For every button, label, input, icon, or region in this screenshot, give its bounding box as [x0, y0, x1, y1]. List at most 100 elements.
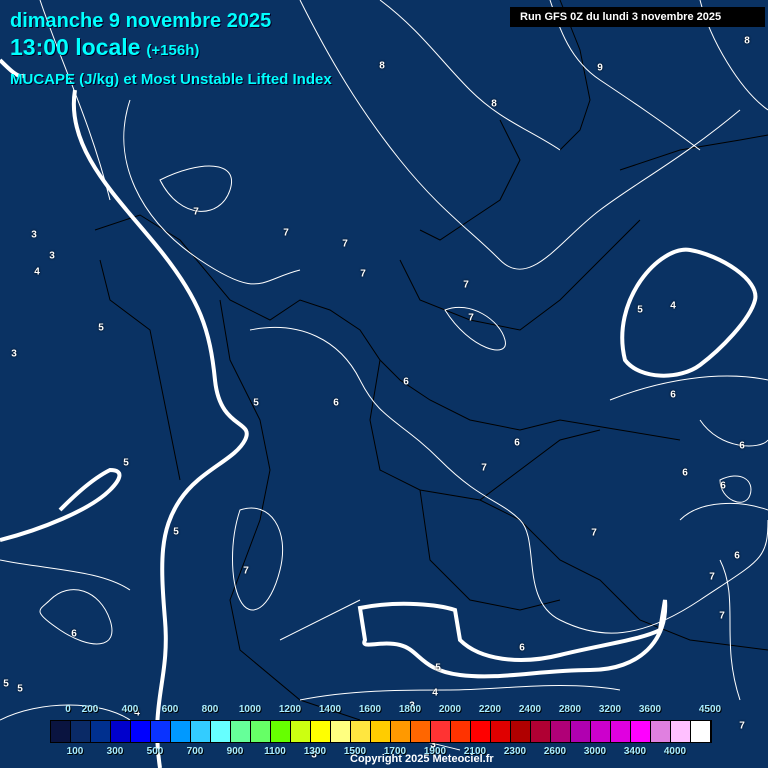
- contour-label: 6: [403, 376, 409, 388]
- scale-label: 4000: [663, 746, 687, 757]
- contour-label: 8: [491, 98, 497, 110]
- contour-label: 3: [11, 348, 17, 360]
- scale-label: 2200: [478, 704, 502, 715]
- scale-label: 1100: [264, 746, 286, 757]
- contour-label: 5: [435, 662, 441, 674]
- contour-label: 6: [519, 642, 525, 654]
- scale-swatch: [451, 721, 471, 742]
- scale-swatch: [291, 721, 311, 742]
- scale-swatch: [611, 721, 631, 742]
- scale-swatch: [231, 721, 251, 742]
- contour-label: 3: [49, 250, 55, 262]
- contour-label: 7: [283, 227, 289, 239]
- scale-swatch: [691, 721, 711, 742]
- scale-swatch: [271, 721, 291, 742]
- contour-label: 6: [734, 550, 740, 562]
- color-scale: [50, 720, 712, 743]
- scale-swatch: [651, 721, 671, 742]
- isolines-thick: [0, 58, 758, 768]
- contour-label: 7: [193, 206, 199, 218]
- contour-label: 6: [682, 467, 688, 479]
- scale-swatch: [311, 721, 331, 742]
- scale-swatch: [191, 721, 211, 742]
- scale-label: 900: [226, 746, 244, 757]
- contour-label: 5: [637, 304, 643, 316]
- contour-label: 8: [379, 60, 385, 72]
- contour-label: 6: [670, 389, 676, 401]
- scale-label: 1000: [238, 704, 262, 715]
- scale-swatch: [171, 721, 191, 742]
- contour-label: 6: [514, 437, 520, 449]
- scale-swatch: [131, 721, 151, 742]
- contour-label: 7: [463, 279, 469, 291]
- contour-label: 7: [591, 527, 597, 539]
- scale-swatch: [671, 721, 691, 742]
- contour-label: 6: [71, 628, 77, 640]
- scale-swatch: [551, 721, 571, 742]
- scale-swatch: [491, 721, 511, 742]
- scale-swatch: [111, 721, 131, 742]
- contour-label: 7: [709, 571, 715, 583]
- scale-label: 3400: [623, 746, 647, 757]
- forecast-date: dimanche 9 novembre 2025: [10, 10, 272, 32]
- scale-label: 2800: [558, 704, 582, 715]
- scale-label: 3600: [638, 704, 662, 715]
- scale-swatch: [351, 721, 371, 742]
- scale-label: 1200: [278, 704, 302, 715]
- scale-swatch: [431, 721, 451, 742]
- contour-label: 8: [744, 35, 750, 47]
- scale-swatch: [71, 721, 91, 742]
- scale-label: 1600: [358, 704, 382, 715]
- contour-label: 7: [468, 312, 474, 324]
- scale-label: 3000: [583, 746, 607, 757]
- contour-label: 5: [123, 457, 129, 469]
- scale-swatch: [391, 721, 411, 742]
- scale-label: 400: [121, 704, 139, 715]
- contour-label: 6: [739, 440, 745, 452]
- scale-label: 1300: [303, 746, 327, 757]
- scale-label: 1800: [398, 704, 422, 715]
- run-info: Run GFS 0Z du lundi 3 novembre 2025: [510, 7, 765, 27]
- scale-label: 200: [81, 704, 99, 715]
- contour-label: 5: [3, 678, 9, 690]
- country-borders: [94, 0, 768, 721]
- scale-label: 0: [65, 704, 71, 715]
- scale-label: 700: [186, 746, 204, 757]
- scale-swatch: [591, 721, 611, 742]
- contour-label: 3: [31, 229, 37, 241]
- scale-swatch: [471, 721, 491, 742]
- scale-label: 2600: [543, 746, 567, 757]
- scale-label: 100: [66, 746, 84, 757]
- contour-label: 4: [34, 266, 40, 278]
- weather-map: dimanche 9 novembre 2025 13:00 locale (+1…: [0, 0, 768, 768]
- scale-swatch: [211, 721, 231, 742]
- scale-swatch: [151, 721, 171, 742]
- contour-label: 5: [173, 526, 179, 538]
- lead-time: (+156h): [146, 42, 200, 59]
- contour-label: 5: [98, 322, 104, 334]
- scale-label: 1400: [318, 704, 342, 715]
- scale-label: 600: [161, 704, 179, 715]
- copyright: Copyright 2025 Meteociel.fr: [350, 753, 494, 765]
- scale-label: 800: [201, 704, 219, 715]
- contour-label: 9: [597, 62, 603, 74]
- scale-swatch: [51, 721, 71, 742]
- scale-label: 4500: [698, 704, 722, 715]
- scale-swatch: [411, 721, 431, 742]
- contour-label: 6: [720, 480, 726, 492]
- scale-label: 2400: [518, 704, 542, 715]
- scale-swatch: [511, 721, 531, 742]
- scale-label: 2000: [438, 704, 462, 715]
- map-subtitle: MUCAPE (J/kg) et Most Unstable Lifted In…: [10, 71, 332, 88]
- contour-label: 7: [243, 565, 249, 577]
- scale-swatch: [531, 721, 551, 742]
- scale-swatch: [571, 721, 591, 742]
- contour-label: 7: [481, 462, 487, 474]
- scale-swatch: [331, 721, 351, 742]
- local-time: 13:00 locale: [10, 34, 141, 60]
- contour-label: 5: [17, 683, 23, 695]
- contour-label: 7: [739, 720, 745, 732]
- contour-label: 7: [719, 610, 725, 622]
- contour-label: 4: [670, 300, 676, 312]
- scale-swatch: [371, 721, 391, 742]
